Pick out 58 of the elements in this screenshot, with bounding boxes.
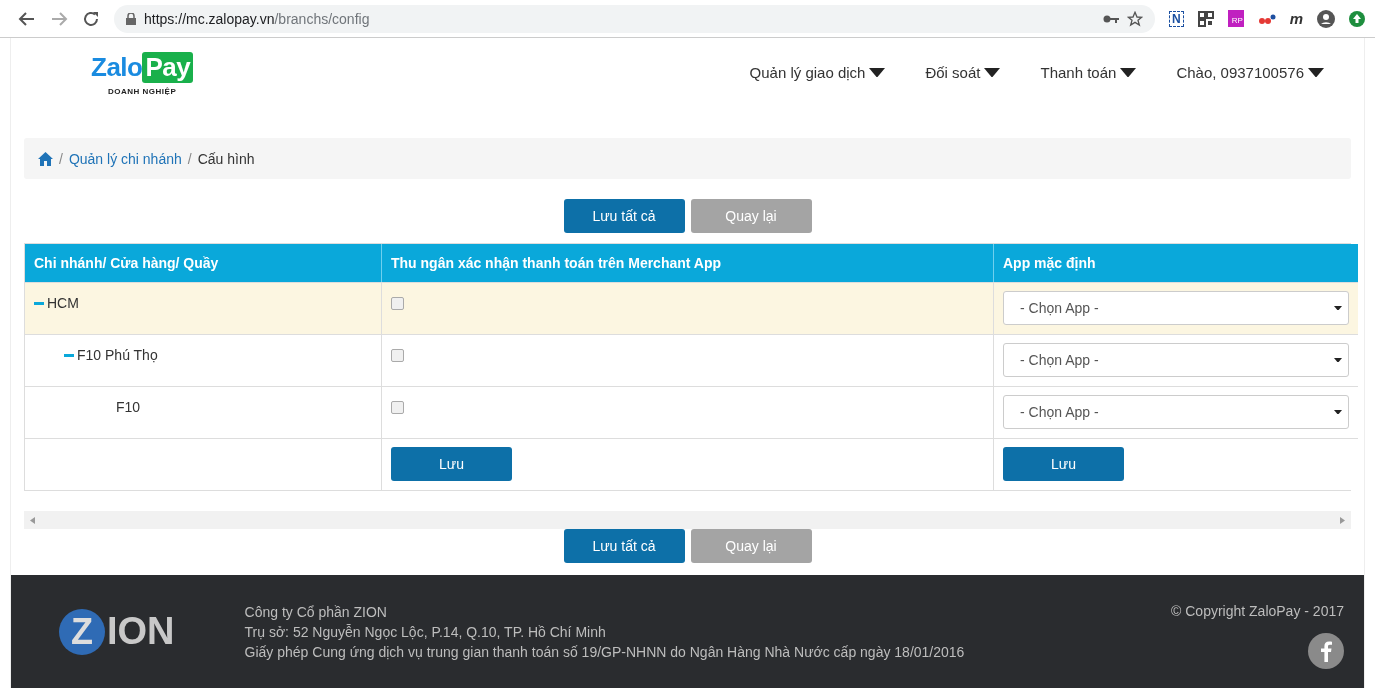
extension-icon[interactable]: m [1289,10,1303,27]
extension-icon[interactable]: RP [1227,10,1244,27]
caret-icon [1334,357,1342,363]
column-header: Chi nhánh/ Cửa hàng/ Quầy [25,244,381,282]
company-logo: Z ION [59,608,175,655]
caret-icon [1334,409,1342,415]
copyright-text: © Copyright ZaloPay - 2017 [1171,602,1344,619]
checkbox[interactable] [391,349,404,362]
tree-node[interactable]: HCM [34,291,79,311]
dots-icon[interactable] [1257,12,1276,25]
breadcrumb-link[interactable]: Quản lý chi nhánh [68,150,182,167]
key-icon[interactable] [1103,13,1119,24]
lock-icon [126,12,136,25]
nav-menu-item[interactable]: Chào, 0937100576 [1176,64,1324,81]
save-button[interactable]: Lưu [391,447,512,481]
tree-node[interactable]: F10 Phú Thọ [64,343,158,363]
scroll-right-icon[interactable] [1340,516,1345,524]
reload-icon[interactable] [82,9,100,28]
nav-menu-item[interactable]: Đối soát [925,64,1001,81]
footer-text: Công ty Cổ phần ZION [244,603,388,620]
save-all-button[interactable]: Lưu tất cả [563,199,685,233]
update-icon[interactable] [1349,10,1365,27]
select-field[interactable]: - Chọn App - [1003,395,1349,429]
profile-icon[interactable] [1317,9,1335,28]
breadcrumb-separator: / [59,150,63,167]
select-field[interactable]: - Chọn App - [1003,291,1349,325]
qr-icon[interactable] [1197,10,1214,27]
footer-text: Trụ sở: 52 Nguyễn Ngọc Lộc, P.14, Q.10, TP. Hồ Chí Minh [244,623,607,640]
caret-icon [1120,67,1137,78]
url-text: https://mc.zalopay.vn/branchs/config [144,10,370,27]
home-icon[interactable] [38,151,53,166]
caret-icon [984,67,1001,78]
caret-icon [1308,67,1324,78]
select-field[interactable]: - Chọn App - [1003,343,1349,377]
nav-menu-item[interactable]: Quản lý giao dịch [749,64,886,81]
checkbox[interactable] [391,401,404,414]
logo[interactable]: ZaloPay DOANH NGHIỆP [91,52,194,96]
column-header: Thu ngân xác nhận thanh toán trên Merchant App [381,244,993,282]
back-icon[interactable] [18,9,36,28]
star-icon[interactable] [1127,10,1143,27]
breadcrumb-separator: / [187,150,192,167]
caret-icon [1334,305,1342,311]
current-page-label: Cấu hình [197,150,255,167]
facebook-icon[interactable] [1308,632,1344,669]
forward-icon[interactable] [50,9,68,28]
extension-icon[interactable]: N [1169,10,1184,27]
save-all-button[interactable]: Lưu tất cả [563,529,685,563]
address-bar[interactable]: https://mc.zalopay.vn/branchs/config [114,4,1155,33]
tree-node[interactable]: F10 [116,395,141,415]
save-button[interactable]: Lưu [1003,447,1124,481]
collapse-icon[interactable] [34,301,44,305]
checkbox[interactable] [391,297,404,310]
caret-icon [869,67,886,78]
nav-menu-item[interactable]: Thanh toán [1040,64,1137,81]
footer-text: Giấy phép Cung ứng dịch vụ trung gian thanh toán số 19/GP-NHNN do Ngân Hàng Nhà Nước cấp ngày 18/01/2016 [244,643,966,660]
collapse-icon[interactable] [64,353,74,357]
column-header: App mặc định [993,244,1358,282]
scroll-left-icon[interactable] [30,516,35,524]
